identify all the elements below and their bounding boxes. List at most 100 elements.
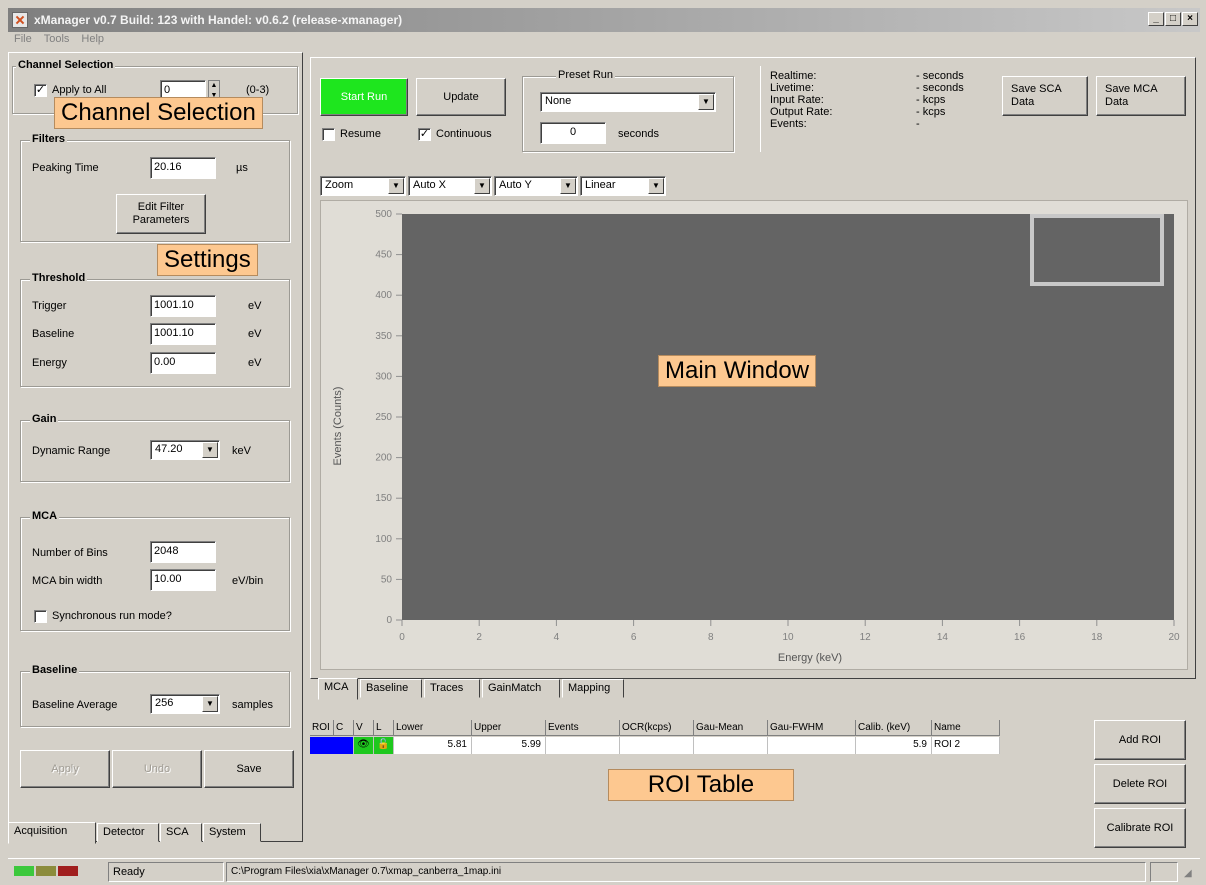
events-label: Events: — [770, 118, 807, 130]
output-rate-label: Output Rate: — [770, 106, 833, 118]
mca-spectrum-plot[interactable]: 0 2 4 6 8 10 12 14 16 18 2005010015020025030035040… — [320, 200, 1188, 670]
x-tick-label: 16 — [1014, 632, 1026, 643]
roi-col-gau-fwhm: Gau-FWHM — [768, 720, 856, 736]
roi-upper-cell[interactable]: 5.99 — [472, 737, 546, 754]
input-rate-value: - kcps — [916, 94, 946, 106]
scale-value: Linear — [585, 179, 616, 191]
preset-run-select[interactable]: None ▼ — [540, 92, 716, 112]
lock-icon[interactable]: 🔓 — [374, 737, 394, 754]
tab-acquisition[interactable]: Acquisition — [8, 822, 96, 844]
save-sca-data-button[interactable]: Save SCA Data — [1002, 76, 1088, 116]
tab-sca[interactable]: SCA — [160, 823, 202, 842]
status-extra — [1150, 862, 1178, 882]
livetime-label: Livetime: — [770, 82, 815, 94]
tab-gainmatch[interactable]: GainMatch — [482, 679, 560, 698]
preset-seconds-input[interactable]: 0 — [540, 122, 606, 144]
roi-col-roi: ROI — [310, 720, 334, 736]
roi-col-calib: Calib. (keV) — [856, 720, 932, 736]
add-roi-button[interactable]: Add ROI — [1094, 720, 1186, 760]
energy-label: Energy — [32, 357, 67, 369]
realtime-value: - seconds — [916, 70, 964, 82]
app-icon — [12, 12, 28, 28]
dynamic-range-value: 47.20 — [155, 443, 183, 455]
trigger-input[interactable]: 1001.10 — [150, 295, 216, 317]
baseline-threshold-input[interactable]: 1001.10 — [150, 323, 216, 345]
roi-gau-fwhm-cell — [768, 737, 856, 754]
dynamic-range-select[interactable]: 47.20 ▼ — [150, 440, 220, 460]
realtime-label: Realtime: — [770, 70, 817, 82]
tab-system[interactable]: System — [203, 823, 261, 842]
dynamic-range-unit: keV — [232, 445, 251, 457]
edit-filter-parameters-button[interactable]: Edit Filter Parameters — [116, 194, 206, 234]
chevron-down-icon[interactable]: ▼ — [560, 178, 576, 194]
start-run-button[interactable]: Start Run — [320, 78, 408, 116]
apply-button[interactable]: Apply — [20, 750, 110, 788]
preset-run-title: Preset Run — [556, 69, 616, 81]
continuous-label: Continuous — [436, 128, 492, 140]
resize-grip-icon[interactable]: ◢ — [1184, 868, 1192, 879]
baseline-average-select[interactable]: 256 ▼ — [150, 694, 220, 714]
mca-bin-width-input[interactable]: 10.00 — [150, 569, 216, 591]
zoom-value: Zoom — [325, 179, 354, 191]
save-button[interactable]: Save — [204, 750, 294, 788]
threshold-title: Threshold — [30, 272, 88, 284]
roi-table[interactable]: ROI C V L Lower Upper Events OCR(kcps) G… — [310, 720, 1050, 756]
tab-mapping[interactable]: Mapping — [562, 679, 624, 698]
chevron-down-icon[interactable]: ▼ — [648, 178, 664, 194]
status-led-yellow — [36, 866, 56, 876]
save-mca-data-button[interactable]: Save MCA Data — [1096, 76, 1186, 116]
continuous-checkbox[interactable]: ✓ — [418, 128, 431, 141]
scale-select[interactable]: Linear ▼ — [580, 176, 666, 196]
tab-traces[interactable]: Traces — [424, 679, 480, 698]
auto-y-select[interactable]: Auto Y ▼ — [494, 176, 578, 196]
mca-bin-width-unit: eV/bin — [232, 575, 264, 587]
roi-calib-cell[interactable]: 5.9 — [856, 737, 932, 754]
menu-tools[interactable]: Tools — [44, 33, 70, 45]
maximize-button[interactable]: □ — [1165, 12, 1181, 26]
undo-button[interactable]: Undo — [112, 750, 202, 788]
number-of-bins-input[interactable]: 2048 — [150, 541, 216, 563]
plot-area[interactable] — [402, 214, 1174, 620]
chevron-down-icon[interactable]: ▼ — [202, 696, 218, 712]
roi-name-cell[interactable]: ROI 2 — [932, 737, 1000, 754]
preset-seconds-label: seconds — [618, 128, 659, 140]
auto-x-value: Auto X — [413, 179, 447, 191]
tab-mca[interactable]: MCA — [318, 678, 358, 700]
calibrate-roi-button[interactable]: Calibrate ROI — [1094, 808, 1186, 848]
synchronous-run-checkbox[interactable] — [34, 610, 47, 623]
tab-detector[interactable]: Detector — [97, 823, 159, 842]
energy-input[interactable]: 0.00 — [150, 352, 216, 374]
peaking-time-input[interactable]: 20.16 — [150, 157, 216, 179]
roi-ocr-cell — [620, 737, 694, 754]
stats-divider — [760, 66, 761, 152]
eye-icon[interactable]: 👁 — [354, 737, 374, 754]
close-button[interactable]: × — [1182, 12, 1198, 26]
x-tick-label: 8 — [708, 632, 714, 643]
minimize-button[interactable]: _ — [1148, 12, 1164, 26]
x-tick-label: 4 — [554, 632, 560, 643]
channel-range: (0-3) — [246, 84, 270, 96]
zoom-select[interactable]: Zoom ▼ — [320, 176, 406, 196]
channel-selection-title: Channel Selection — [16, 59, 116, 71]
apply-to-all-checkbox[interactable]: ✓ — [34, 84, 47, 97]
synchronous-run-label: Synchronous run mode? — [52, 610, 172, 622]
roi-color-cell[interactable] — [310, 737, 354, 754]
chevron-down-icon[interactable]: ▼ — [698, 94, 714, 110]
roi-lower-cell[interactable]: 5.81 — [394, 737, 472, 754]
callout-main-window: Main Window — [658, 355, 817, 387]
delete-roi-button[interactable]: Delete ROI — [1094, 764, 1186, 804]
callout-channel-selection: Channel Selection — [54, 97, 263, 129]
x-tick-label: 20 — [1168, 632, 1180, 643]
chevron-down-icon[interactable]: ▼ — [202, 442, 218, 458]
chevron-down-icon[interactable]: ▼ — [474, 178, 490, 194]
preset-run-value: None — [545, 95, 572, 107]
chevron-down-icon[interactable]: ▼ — [388, 178, 404, 194]
menu-help[interactable]: Help — [81, 33, 104, 45]
update-button[interactable]: Update — [416, 78, 506, 116]
resume-checkbox[interactable] — [322, 128, 335, 141]
trigger-unit: eV — [248, 300, 262, 312]
x-tick-label: 2 — [476, 632, 482, 643]
auto-x-select[interactable]: Auto X ▼ — [408, 176, 492, 196]
menu-file[interactable]: File — [14, 33, 32, 45]
tab-baseline[interactable]: Baseline — [360, 679, 422, 698]
